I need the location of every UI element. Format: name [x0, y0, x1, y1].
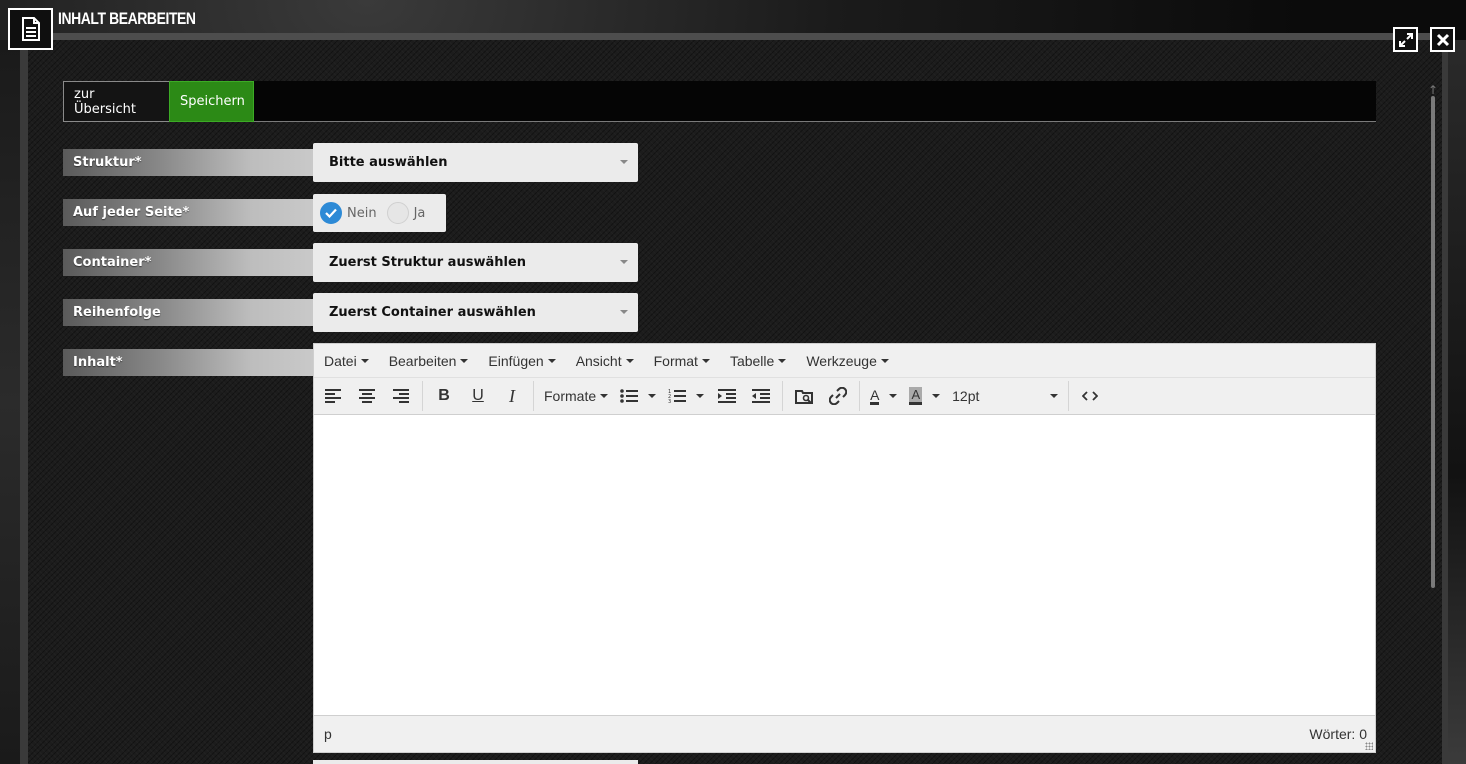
text-color-icon[interactable]: A: [864, 381, 903, 411]
action-bar: zur Übersicht Speichern: [63, 81, 1376, 122]
word-count: Wörter: 0: [1309, 726, 1367, 742]
menu-datei[interactable]: Datei: [324, 353, 369, 369]
formats-dropdown[interactable]: Formate: [538, 381, 614, 411]
align-left-icon[interactable]: [316, 381, 350, 411]
resize-handle-icon[interactable]: [1365, 742, 1373, 750]
back-to-overview-button[interactable]: zur Übersicht: [63, 81, 170, 122]
underline-icon[interactable]: U: [461, 381, 495, 411]
menu-format[interactable]: Format: [654, 353, 710, 369]
inhalt-label: Inhalt*: [63, 349, 313, 376]
radio-empty-icon: [386, 202, 409, 224]
jede-seite-radio-group: Nein Ja: [313, 194, 446, 232]
menu-ansicht[interactable]: Ansicht: [576, 353, 634, 369]
editor-statusbar: p Wörter: 0: [314, 716, 1375, 752]
window-title: INHALT BEARBEITEN: [58, 9, 196, 28]
toolbar-divider: [782, 381, 784, 411]
menu-tabelle[interactable]: Tabelle: [730, 353, 787, 369]
align-center-icon[interactable]: [350, 381, 384, 411]
radio-ja[interactable]: Ja: [386, 202, 426, 224]
radio-nein[interactable]: Nein: [320, 202, 377, 224]
expand-icon[interactable]: [1393, 27, 1418, 52]
source-code-icon[interactable]: [1073, 381, 1107, 411]
link-icon[interactable]: [821, 381, 855, 411]
struktur-select[interactable]: Bitte auswählen: [313, 143, 638, 182]
indent-icon[interactable]: [710, 381, 744, 411]
reihenfolge-select-value: Zuerst Container auswählen: [329, 305, 536, 320]
element-path[interactable]: p: [324, 726, 332, 742]
editor-content-area[interactable]: [314, 415, 1375, 716]
toolbar-divider: [1068, 381, 1070, 411]
toolbar-divider: [422, 381, 423, 411]
bold-icon[interactable]: B: [427, 381, 461, 411]
container-select[interactable]: Zuerst Struktur auswählen: [313, 243, 638, 282]
rich-text-editor: Datei Bearbeiten Einfügen Ansicht Format…: [313, 343, 1376, 753]
checkmark-icon: [320, 202, 342, 224]
editor-menubar: Datei Bearbeiten Einfügen Ansicht Format…: [314, 344, 1375, 378]
numbered-list-icon[interactable]: 123: [662, 381, 710, 411]
document-icon: [8, 8, 53, 50]
chevron-down-icon: [620, 160, 628, 164]
struktur-label: Struktur*: [63, 149, 313, 176]
reihenfolge-label: Reihenfolge: [63, 299, 313, 326]
reihenfolge-select[interactable]: Zuerst Container auswählen: [313, 293, 638, 332]
scrollbar-thumb[interactable]: [1431, 96, 1435, 588]
radio-nein-label: Nein: [347, 205, 377, 221]
container-label: Container*: [63, 249, 313, 276]
chevron-down-icon: [620, 260, 628, 264]
title-divider: [53, 33, 1443, 40]
radio-ja-label: Ja: [413, 205, 426, 221]
italic-icon[interactable]: I: [495, 381, 529, 411]
outdent-icon[interactable]: [744, 381, 778, 411]
font-size-select[interactable]: 12pt: [946, 381, 1064, 411]
save-button[interactable]: Speichern: [169, 81, 254, 122]
next-field-edge: [313, 760, 638, 764]
svg-text:3: 3: [668, 399, 671, 403]
background-color-icon[interactable]: A: [903, 381, 946, 411]
chevron-down-icon: [620, 310, 628, 314]
container-select-value: Zuerst Struktur auswählen: [329, 255, 527, 270]
jede-seite-label: Auf jeder Seite*: [63, 199, 313, 226]
image-browser-icon[interactable]: [787, 381, 821, 411]
toolbar-divider: [533, 381, 534, 411]
align-right-icon[interactable]: [384, 381, 418, 411]
menu-bearbeiten[interactable]: Bearbeiten: [389, 353, 469, 369]
menu-einfuegen[interactable]: Einfügen: [488, 353, 556, 369]
toolbar-divider: [859, 381, 861, 411]
close-icon[interactable]: [1430, 27, 1455, 52]
bullet-list-icon[interactable]: [614, 381, 662, 411]
menu-werkzeuge[interactable]: Werkzeuge: [806, 353, 889, 369]
struktur-select-value: Bitte auswählen: [329, 155, 448, 170]
editor-toolbar: B U I Formate 123 A A 12pt: [314, 378, 1375, 415]
